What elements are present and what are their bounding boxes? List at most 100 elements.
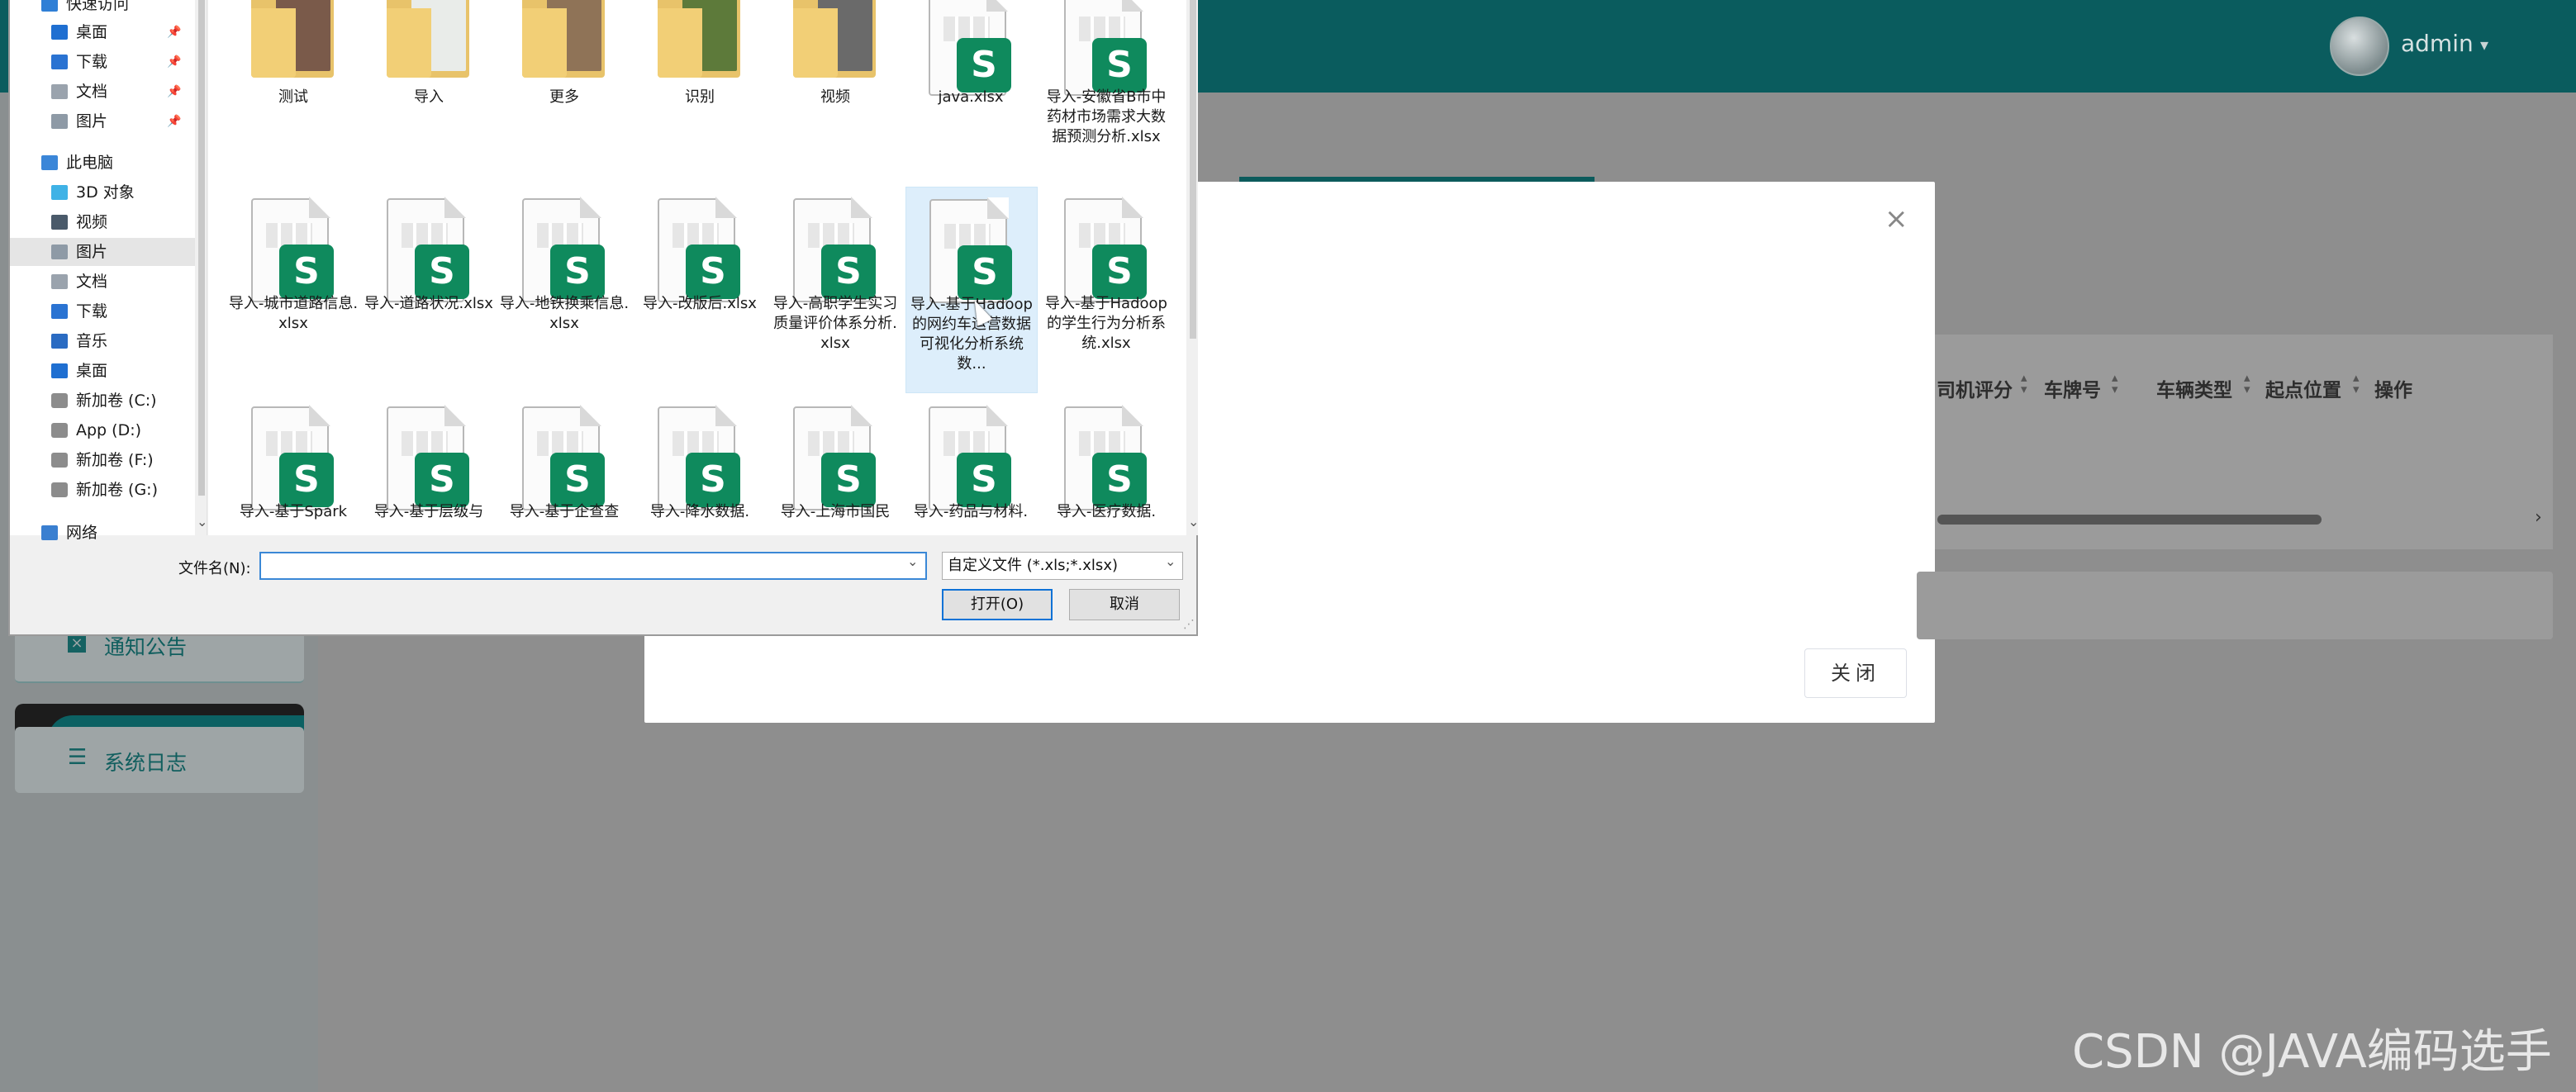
nav-item[interactable]: 图片 [10, 238, 195, 266]
pin-icon: 📌 [167, 115, 182, 128]
nav-item-label: 此电脑 [66, 154, 114, 172]
file-item[interactable]: S 导入-药品与材料. [905, 395, 1036, 600]
xlsx-badge-icon: S [415, 453, 469, 507]
folder-item[interactable]: 更多 [499, 0, 630, 178]
file-item[interactable]: S 导入-道路状况.xlsx [364, 187, 494, 392]
close-square-icon: × [68, 634, 86, 653]
xlsx-badge-icon: S [821, 245, 876, 299]
file-label: 导入-降水数据. [649, 503, 750, 520]
file-item[interactable]: S 导入-城市道路信息.xlsx [228, 187, 359, 392]
file-item[interactable]: S 导入-基于Spark [228, 395, 359, 600]
user-name[interactable]: admin [2401, 30, 2474, 57]
file-label: 视频 [820, 88, 850, 106]
folder-item[interactable]: 识别 [634, 0, 765, 178]
nav-item-label: 桌面 [76, 23, 108, 41]
nav-item[interactable]: 下载 📌 [10, 48, 195, 76]
spreadsheet-file-icon: S [1064, 197, 1147, 302]
nav-item-label: 音乐 [76, 332, 108, 350]
column-header: 操作 [2374, 380, 2412, 401]
file-label: 导入-高职学生实习质量评价体系分析.xlsx [772, 295, 898, 352]
spreadsheet-file-icon: S [929, 405, 1011, 510]
nav-item[interactable]: 网络 [10, 519, 195, 547]
spreadsheet-file-icon: S [658, 405, 740, 510]
picture-icon [51, 245, 68, 259]
avatar[interactable] [2330, 17, 2389, 76]
file-item[interactable]: S 导入-医疗数据. [1041, 395, 1172, 600]
xlsx-badge-icon: S [821, 453, 876, 507]
nav-item[interactable]: 快速访问 [10, 0, 195, 18]
file-item[interactable]: S 导入-高职学生实习质量评价体系分析.xlsx [770, 187, 901, 392]
nav-item-label: App (D:) [76, 421, 142, 439]
modal-close-button[interactable]: 关闭 [1804, 648, 1907, 698]
horizontal-scrollbar[interactable] [1937, 515, 2322, 525]
nav-item[interactable]: 视频 [10, 208, 195, 236]
file-item[interactable]: Sjava.xlsx [905, 0, 1036, 178]
spreadsheet-file-icon: S [929, 0, 1011, 96]
chevron-down-icon[interactable]: ⌄ [197, 514, 207, 529]
nav-item[interactable]: 此电脑 [10, 149, 195, 177]
nav-item[interactable]: 音乐 [10, 327, 195, 355]
drive-icon [51, 482, 68, 497]
file-label: 导入-基于层级与 [373, 503, 484, 520]
file-label: 测试 [278, 88, 308, 106]
nav-item[interactable]: 图片 📌 [10, 107, 195, 135]
sort-icon[interactable]: ▴ ▾ [2353, 372, 2360, 396]
folder-item[interactable]: 测试 [228, 0, 359, 178]
xlsx-badge-icon: S [958, 245, 1012, 300]
spreadsheet-file-icon: S [387, 405, 469, 510]
folder-item[interactable]: 视频 [770, 0, 901, 178]
file-label: 导入-基于企查查 [509, 503, 620, 520]
nav-item[interactable]: 桌面 [10, 357, 195, 385]
nav-item-label: 新加卷 (C:) [76, 392, 157, 410]
sort-icon[interactable]: ▴ ▾ [2112, 372, 2118, 396]
nav-item[interactable]: 文档 📌 [10, 78, 195, 106]
nav-item[interactable]: 下载 [10, 297, 195, 325]
nav-item[interactable]: 新加卷 (C:) [10, 387, 195, 415]
chevron-down-icon[interactable]: ▾ [2480, 35, 2488, 55]
file-item[interactable]: S 导入-上海市国民 [770, 395, 901, 600]
file-item[interactable]: S 导入-基于Hadoop的网约车运营数据可视化分析系统数... [905, 187, 1038, 393]
nav-item-label: 网络 [66, 524, 98, 542]
file-item[interactable]: S 导入-改版后.xlsx [634, 187, 765, 392]
nav-item-label: 桌面 [76, 362, 108, 380]
files-scrollbar-thumb[interactable] [1190, 0, 1196, 339]
column-header[interactable]: 司机评分 [1937, 374, 2013, 402]
file-item[interactable]: S 导入-地铁换乘信息.xlsx [499, 187, 630, 392]
file-label: 导入-药品与材料. [913, 503, 1029, 520]
nav-scrollbar-thumb[interactable] [198, 0, 205, 496]
spreadsheet-file-icon: S [658, 197, 740, 302]
sort-icon[interactable]: ▴ ▾ [2021, 372, 2027, 396]
nav-item[interactable]: App (D:) [10, 416, 195, 444]
nav-item[interactable]: 文档 [10, 268, 195, 296]
computer-icon [41, 155, 58, 170]
file-item[interactable]: S 导入-安徽省B市中药材市场需求大数据预测分析.xlsx [1041, 0, 1172, 178]
column-header[interactable]: 起点位置 [2265, 374, 2341, 402]
file-label: 导入-医疗数据. [1056, 503, 1157, 520]
nav-item[interactable]: 新加卷 (G:) [10, 476, 195, 504]
resize-grip-icon[interactable]: ⋰ [1183, 618, 1195, 631]
sidebar-item-logs[interactable]: ☰ 系统日志 [15, 727, 304, 793]
close-icon[interactable]: × [1884, 205, 1908, 233]
nav-item-label: 下载 [76, 302, 108, 320]
chevron-down-icon[interactable]: ⌄ [1188, 514, 1199, 529]
nav-item[interactable]: 桌面 📌 [10, 18, 195, 46]
spreadsheet-file-icon: S [251, 405, 334, 510]
column-header[interactable]: 车辆类型 [2156, 374, 2232, 402]
file-label: 更多 [549, 88, 579, 106]
file-item[interactable]: S 导入-降水数据. [634, 395, 765, 600]
file-item[interactable]: S 导入-基于企查查 [499, 395, 630, 600]
file-label: 导入-地铁换乘信息.xlsx [499, 295, 630, 332]
drive-icon [51, 453, 68, 468]
sort-icon[interactable]: ▴ ▾ [2244, 372, 2250, 396]
chevron-right-icon[interactable]: › [2535, 507, 2542, 528]
file-item[interactable]: S 导入-基于层级与 [364, 395, 494, 600]
nav-item[interactable]: 新加卷 (F:) [10, 446, 195, 474]
star-icon [41, 0, 58, 12]
column-header[interactable]: 车牌号 [2044, 374, 2101, 402]
document-icon [51, 84, 68, 99]
folder-icon [387, 0, 469, 78]
folder-icon [658, 0, 740, 78]
nav-item[interactable]: 3D 对象 [10, 178, 195, 207]
file-item[interactable]: S 导入-基于Hadoop的学生行为分析系统.xlsx [1041, 187, 1172, 392]
folder-item[interactable]: 导入 [364, 0, 494, 178]
